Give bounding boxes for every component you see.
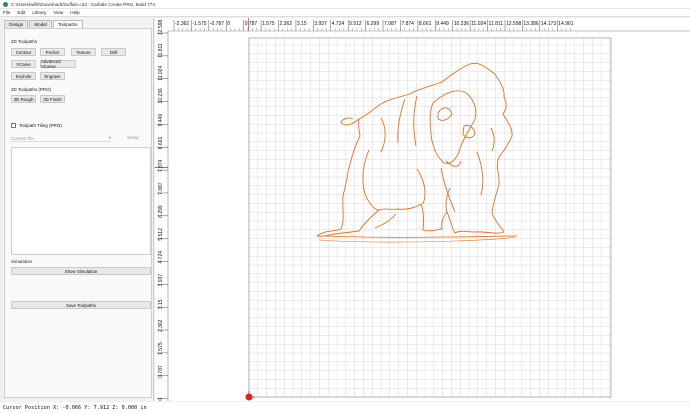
section-2d-toolpaths: 2D Toolpaths: [11, 39, 38, 44]
save-toolpaths-button[interactable]: Save Toolpaths: [11, 301, 151, 309]
contour-button[interactable]: Contour: [11, 48, 36, 56]
x-tick-label: 7.087: [384, 21, 397, 27]
title-bar: C:\Users\willh\Downloads\buffalo.c2d - C…: [0, 0, 690, 9]
y-tick-label: 6.299: [158, 205, 164, 218]
x-tick-label: 8.661: [419, 21, 432, 27]
keyhole-button[interactable]: Keyhole: [11, 72, 36, 80]
y-tick-label: 11.024: [158, 66, 164, 81]
chevron-down-icon: ▾: [108, 135, 111, 140]
x-tick-label: 5.512: [349, 21, 362, 27]
menu-view[interactable]: View: [53, 10, 63, 15]
drill-button[interactable]: Drill: [101, 48, 126, 56]
current-tile-select[interactable]: Current Tile ▾: [11, 135, 111, 142]
toolpath-list[interactable]: [11, 147, 151, 255]
vcarve-button[interactable]: VCarve: [11, 60, 36, 68]
y-tick-label: 12.598: [158, 19, 164, 35]
app-icon: [3, 1, 8, 7]
window-title: C:\Users\willh\Downloads\buffalo.c2d - C…: [11, 1, 155, 7]
menu-help[interactable]: Help: [70, 10, 79, 15]
menu-file[interactable]: File: [3, 10, 10, 15]
tab-design[interactable]: Design: [4, 20, 29, 28]
menu-bar: File Edit Library View Help: [0, 9, 690, 17]
sidebar: Design Model Toolpaths 2D Toolpaths Cont…: [2, 18, 154, 401]
tab-toolpaths[interactable]: Toolpaths: [52, 20, 83, 28]
toolpath-tiling-label: Toolpath Tiling (PRO): [19, 123, 62, 128]
texture-button[interactable]: Texture: [71, 48, 96, 56]
design-canvas[interactable]: -2.362 -1.575 -0.787 0 0.787 1.575 2.362 3.15 3.…: [155, 18, 690, 401]
canvas-svg[interactable]: -2.362 -1.575 -0.787 0 0.787 1.575 2.362 3.15 3.…: [155, 18, 690, 401]
tab-bar: Design Model Toolpaths: [2, 20, 153, 28]
cursor-position: Cursor Position X: -0.066 Y: 7.912 Z: 0.…: [3, 405, 147, 411]
y-tick-label: 0.787: [158, 365, 164, 378]
stock-grid: [248, 37, 612, 398]
x-tick-label: 10.236: [454, 21, 470, 27]
x-tick-label: 3.937: [314, 21, 327, 27]
y-tick-label: 3.937: [158, 274, 164, 287]
x-tick-label: -1.575: [192, 21, 206, 27]
pocket-button[interactable]: Pocket: [40, 48, 65, 56]
y-tick-label: 7.087: [158, 182, 164, 195]
y-tick-label: 3.15: [158, 299, 164, 309]
x-tick-label: 12.598: [506, 21, 522, 27]
buffalo-vector-outline[interactable]: [316, 62, 518, 243]
y-tick-label: 2.362: [158, 319, 164, 332]
simulation-label: Simulation: [11, 259, 33, 264]
y-tick-label: 4.724: [158, 251, 164, 264]
x-tick-label: 2.362: [280, 21, 293, 27]
advanced-vcarve-button[interactable]: Advanced VCarve: [40, 59, 76, 69]
toolpaths-panel: 2D Toolpaths Contour Pocket Texture Dril…: [4, 28, 152, 398]
menu-library[interactable]: Library: [32, 10, 46, 15]
tab-model[interactable]: Model: [29, 20, 52, 28]
3d-finish-button[interactable]: 3D Finish: [40, 95, 65, 103]
menu-edit[interactable]: Edit: [17, 10, 25, 15]
origin-marker: [245, 391, 255, 401]
x-tick-label: 9.449: [436, 21, 449, 27]
x-tick-label: 0: [227, 21, 230, 27]
setup-button[interactable]: Setup: [127, 135, 139, 140]
y-tick-label: 5.512: [158, 228, 164, 241]
x-tick-label: 11.811: [489, 21, 504, 27]
x-tick-label: 11.024: [471, 21, 486, 27]
toolpath-tiling-row[interactable]: Toolpath Tiling (PRO): [11, 123, 62, 128]
y-tick-label: 9.449: [158, 114, 164, 127]
x-tick-label: 3.15: [297, 21, 307, 27]
y-tick-label: 1.575: [158, 342, 164, 355]
x-tick-label: 0.787: [245, 21, 258, 27]
x-tick-label: 7.874: [401, 21, 414, 27]
x-tick-label: 4.724: [332, 21, 345, 27]
y-tick-label: 11.811: [158, 43, 164, 58]
x-tick-label: 14.173: [541, 21, 557, 27]
status-bar: Cursor Position X: -0.066 Y: 7.912 Z: 0.…: [0, 402, 690, 414]
engrave-button[interactable]: Engrave: [40, 72, 65, 80]
section-3d-toolpaths: 3D Toolpaths (PRO): [11, 87, 52, 92]
y-tick-label: 10.236: [158, 88, 164, 104]
y-tick-label: 8.661: [158, 137, 164, 150]
x-tick-label: 13.386: [523, 21, 539, 27]
x-tick-label: 14.961: [558, 21, 574, 27]
3d-rough-button[interactable]: 3D Rough: [11, 95, 36, 103]
stock-boundary: [248, 37, 612, 398]
x-tick-label: 1.575: [262, 21, 275, 27]
y-tick-label: 7.874: [158, 159, 164, 172]
x-tick-label: 6.299: [367, 21, 380, 27]
x-tick-label: -0.787: [210, 21, 224, 27]
y-tick-label: 0: [158, 398, 164, 401]
show-simulation-button[interactable]: Show Simulation: [11, 267, 151, 275]
current-tile-label: Current Tile: [11, 135, 34, 141]
x-tick-label: -2.362: [175, 21, 189, 27]
toolpath-tiling-checkbox[interactable]: [11, 123, 16, 128]
